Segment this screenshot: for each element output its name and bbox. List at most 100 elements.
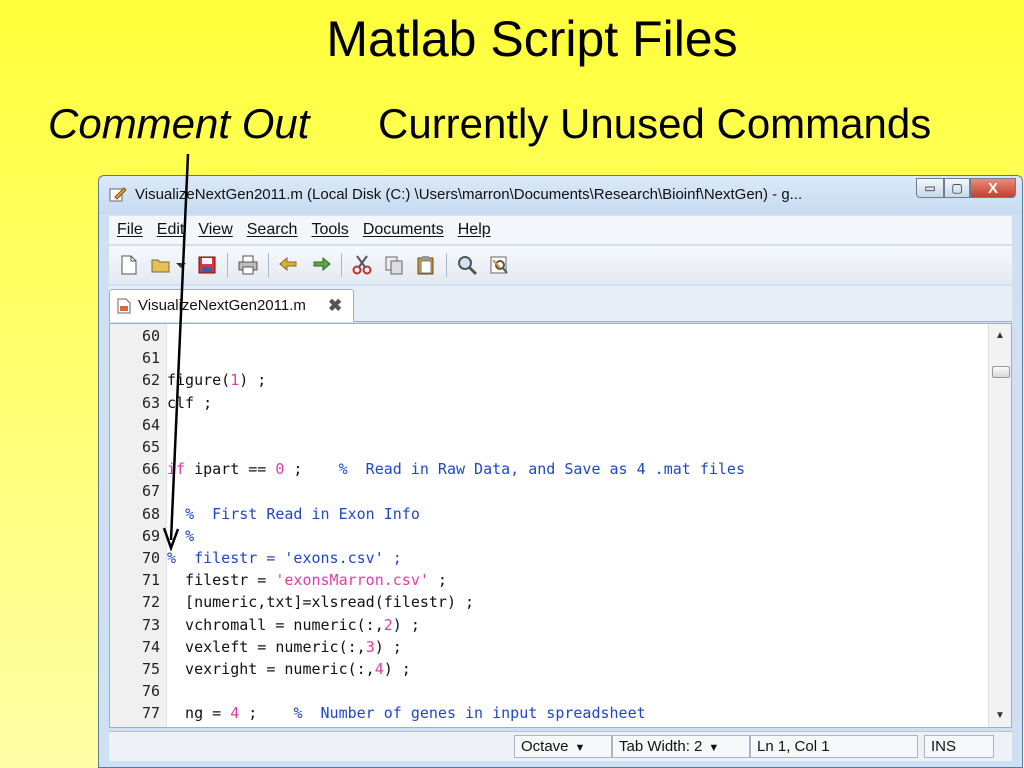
find-replace-icon[interactable] — [487, 253, 511, 277]
code-line[interactable]: 67 — [110, 480, 980, 502]
code-line[interactable]: 76 — [110, 680, 980, 702]
chevron-down-icon: ▼ — [574, 742, 586, 754]
menu-tools[interactable]: Tools — [311, 221, 348, 239]
code-line[interactable]: 72 [numeric,txt]=xlsread(filestr) ; — [110, 591, 980, 613]
line-number: 71 — [141, 571, 160, 590]
code-text: % filestr = 'exons.csv' ; — [167, 547, 402, 569]
save-icon[interactable] — [195, 253, 219, 277]
code-text: clf ; — [167, 392, 212, 414]
toolbar-separator — [341, 253, 342, 277]
line-number: 70 — [141, 549, 160, 567]
scroll-down-icon[interactable]: ▼ — [995, 710, 1005, 721]
code-line[interactable]: 75 vexright = numeric(:,4) ; — [110, 658, 980, 680]
find-icon[interactable] — [455, 253, 479, 277]
print-icon[interactable] — [236, 253, 260, 277]
tab-label: VisualizeNextGen2011.m — [138, 297, 306, 314]
code-line[interactable]: 62 figure(1) ; — [110, 369, 980, 391]
dropdown-arrow-icon[interactable] — [175, 253, 187, 277]
code-editor[interactable]: 60 61 62 figure(1) ; 63 clf ; 64 65 66 if ipart =… — [109, 323, 1012, 728]
language-label: Octave — [521, 738, 569, 755]
menu-file[interactable]: File — [117, 221, 143, 239]
paste-icon[interactable] — [414, 253, 438, 277]
code-line[interactable]: 68 % First Read in Exon Info — [110, 503, 980, 525]
code-comment: % First Read in Exon Info — [185, 504, 420, 523]
line-number: 66 — [141, 460, 160, 479]
code-text: if ipart == 0 ; % Read in Raw Data, and … — [167, 458, 745, 480]
code-text: figure(1) ; — [167, 369, 266, 391]
redo-icon[interactable] — [309, 253, 333, 277]
edit-document-icon — [109, 187, 127, 202]
code-token: ipart == — [185, 460, 276, 479]
code-literal: if — [167, 460, 186, 479]
scrollbar-thumb[interactable] — [992, 366, 1010, 378]
copy-icon[interactable] — [382, 253, 406, 277]
code-comment: % Read in Raw Data, and Save as 4 .mat f… — [338, 460, 745, 479]
tab-close-icon[interactable]: ✖ — [328, 296, 342, 316]
line-number: 69 — [141, 526, 160, 545]
code-line[interactable]: 69 % — [110, 525, 980, 547]
toolbar-separator — [268, 253, 269, 277]
line-number: 75 — [141, 660, 160, 678]
code-comment: % filestr = 'exons.csv' ; — [167, 549, 402, 567]
cut-icon[interactable] — [350, 253, 374, 277]
new-file-icon[interactable] — [117, 253, 141, 277]
code-token: ; — [428, 571, 447, 590]
code-line[interactable]: 61 — [110, 347, 980, 369]
line-number: 77 — [141, 704, 160, 723]
code-line[interactable]: 64 — [110, 414, 980, 436]
code-text: ng = 4 ; % Number of genes in input spre… — [167, 702, 646, 724]
tab-visualizenextgen2011[interactable]: VisualizeNextGen2011.m ✖ — [109, 289, 354, 322]
toolbar — [109, 246, 1012, 284]
code-token: vexleft = numeric(:, — [167, 637, 366, 656]
line-number: 62 — [141, 371, 160, 390]
code-line[interactable]: 66 if ipart == 0 ; % Read in Raw Data, an… — [110, 458, 980, 480]
toolbar-separator — [446, 253, 447, 277]
code-token: filestr = — [167, 571, 276, 590]
code-text: filestr = 'exonsMarron.csv' ; — [167, 569, 447, 591]
open-folder-icon[interactable] — [149, 253, 173, 277]
status-bar: Octave ▼ Tab Width: 2 ▼ Ln 1, Col 1 INS — [109, 731, 1012, 761]
minimize-button[interactable]: ▭ — [916, 178, 944, 198]
maximize-button[interactable]: ▢ — [944, 178, 970, 198]
code-line[interactable]: 70 % filestr = 'exons.csv' ; — [110, 547, 980, 569]
code-line[interactable]: 73 vchromall = numeric(:,2) ; — [110, 614, 980, 636]
code-token: ; — [239, 704, 294, 723]
code-line[interactable]: 74 vexleft = numeric(:,3) ; — [110, 636, 980, 658]
line-number: 74 — [141, 637, 160, 656]
code-token: vexright = numeric(:, — [167, 660, 375, 678]
code-line[interactable]: 63 clf ; — [110, 392, 980, 414]
scroll-up-icon[interactable]: ▲ — [995, 330, 1005, 341]
menu-help[interactable]: Help — [458, 221, 491, 239]
undo-icon[interactable] — [277, 253, 301, 277]
line-number: 64 — [141, 415, 160, 434]
code-text: % First Read in Exon Info — [167, 503, 420, 525]
code-line[interactable]: 60 — [110, 325, 980, 347]
title-bar[interactable]: VisualizeNextGen2011.m (Local Disk (C:) … — [99, 176, 1022, 214]
code-token: clf ; — [167, 393, 213, 412]
code-literal: 4 — [374, 660, 384, 678]
code-literal: 3 — [365, 637, 375, 656]
close-button[interactable]: X — [970, 178, 1016, 198]
line-number: 76 — [141, 682, 160, 701]
code-token: ) ; — [374, 637, 402, 656]
code-text: vchromall = numeric(:,2) ; — [167, 614, 420, 636]
menu-documents[interactable]: Documents — [363, 221, 444, 239]
code-token: ng = — [167, 704, 231, 723]
vertical-scrollbar[interactable]: ▲ ▼ — [988, 324, 1011, 727]
code-text: % — [167, 525, 194, 547]
code-token: ) ; — [239, 371, 267, 390]
menu-edit[interactable]: Edit — [157, 221, 185, 239]
code-text: [numeric,txt]=xlsread(filestr) ; — [167, 591, 474, 613]
language-selector[interactable]: Octave ▼ — [514, 735, 612, 758]
document-icon — [117, 298, 131, 314]
code-token: ) ; — [383, 660, 411, 678]
code-line[interactable]: 77 ng = 4 ; % Number of genes in input s… — [110, 702, 980, 724]
code-line[interactable]: 65 — [110, 436, 980, 458]
line-number: 68 — [141, 504, 160, 523]
tab-width-selector[interactable]: Tab Width: 2 ▼ — [612, 735, 750, 758]
code-line[interactable]: 71 filestr = 'exonsMarron.csv' ; — [110, 569, 980, 591]
menu-search[interactable]: Search — [247, 221, 298, 239]
insert-mode-indicator: INS — [924, 735, 994, 758]
line-number: 65 — [141, 438, 160, 456]
menu-view[interactable]: View — [198, 221, 232, 239]
